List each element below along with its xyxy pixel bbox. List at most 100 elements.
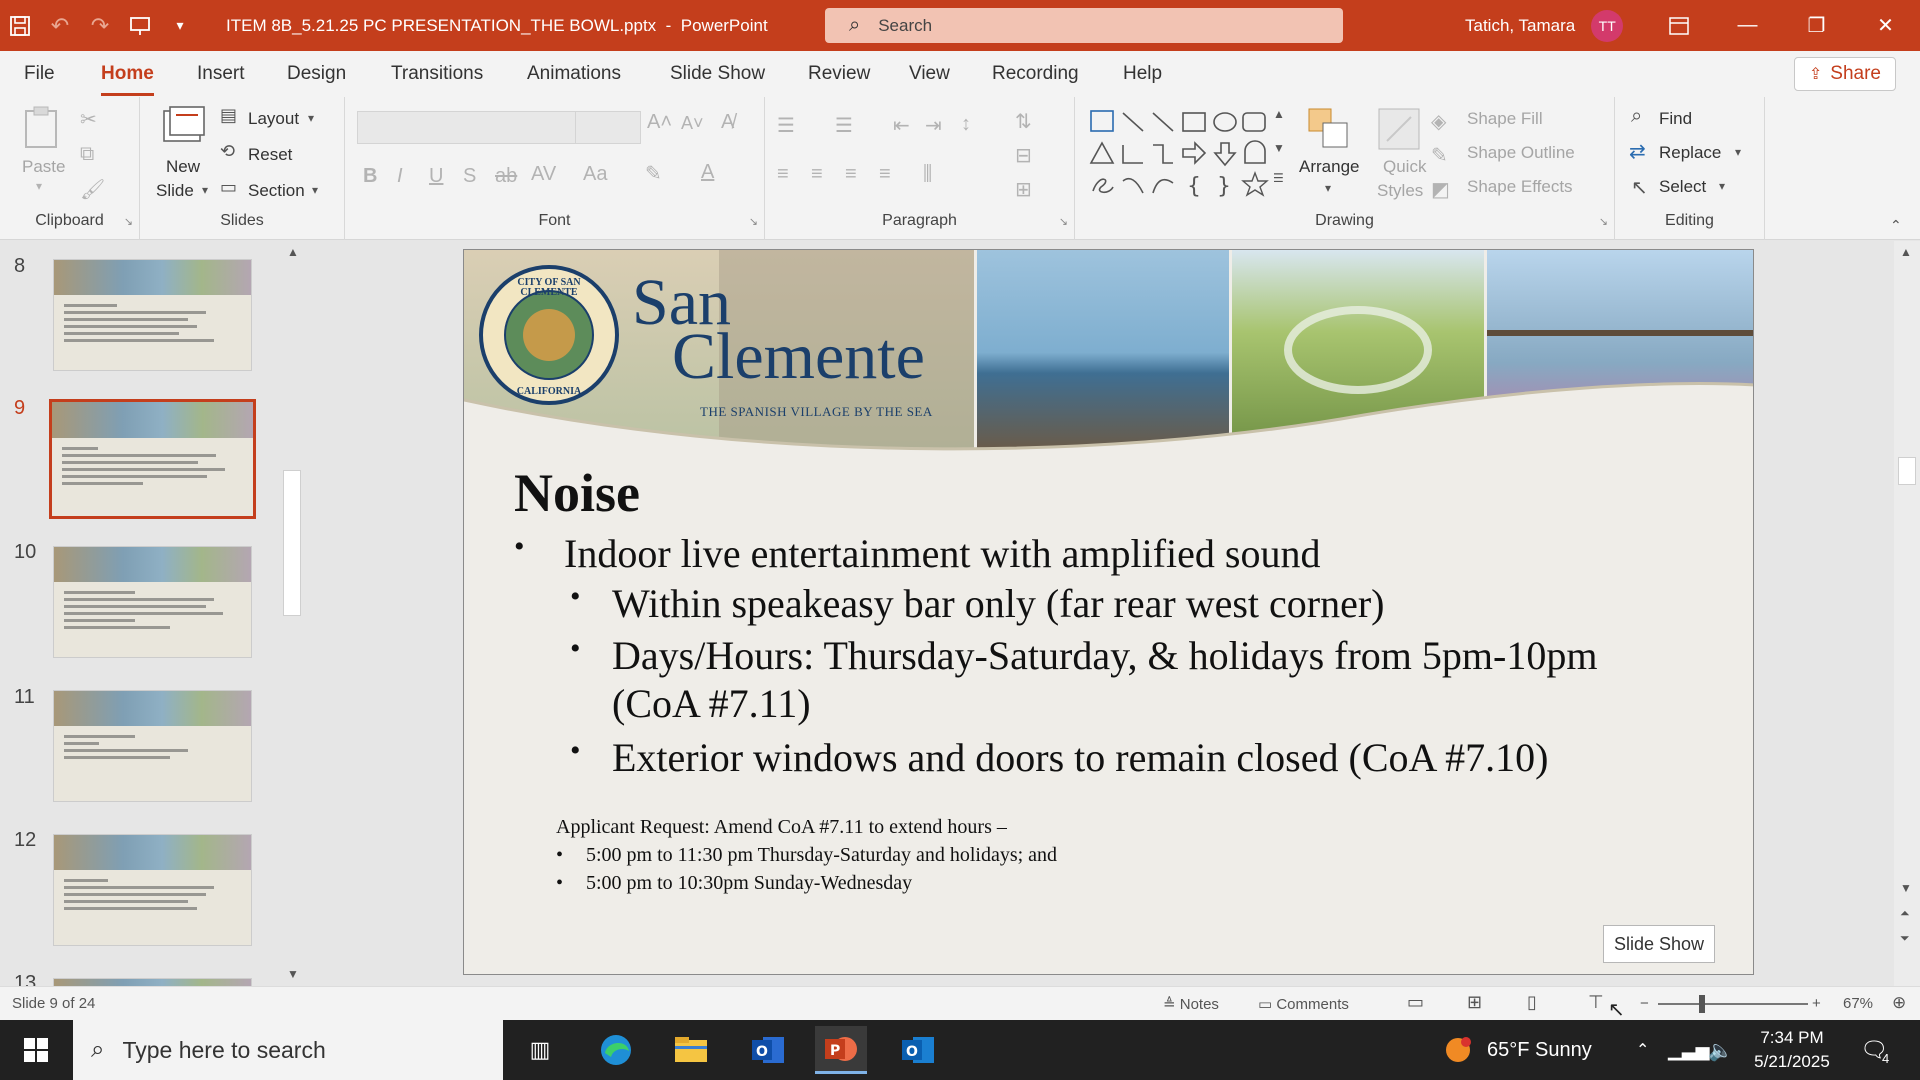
bullet-continuation[interactable]: (CoA #7.11)	[612, 680, 811, 727]
redo-icon[interactable]: ↷	[80, 0, 120, 51]
collapse-ribbon-icon[interactable]: ⌃	[1890, 217, 1902, 234]
layout-dropdown-icon[interactable]: ▾	[308, 111, 314, 125]
close-icon[interactable]: ✕	[1851, 0, 1920, 51]
scroll-down-icon[interactable]: ▼	[287, 967, 299, 981]
thumbnail-scrollbar[interactable]: ▲ ▼	[281, 241, 303, 986]
italic-icon[interactable]: I	[397, 165, 403, 188]
new-slide-dropdown-icon[interactable]: ▾	[202, 183, 208, 197]
tab-recording[interactable]: Recording	[992, 63, 1079, 85]
font-color-icon[interactable]: A	[701, 161, 714, 184]
new-slide-label[interactable]: New	[166, 157, 200, 177]
reset-button[interactable]: Reset	[248, 145, 292, 165]
align-left-icon[interactable]: ≡	[777, 163, 789, 186]
save-icon[interactable]	[0, 0, 40, 51]
slide-thumbnail-11[interactable]	[53, 690, 252, 802]
align-text-icon[interactable]: ⊟	[1015, 143, 1032, 168]
shape-effects-icon[interactable]: ◩	[1431, 177, 1450, 202]
powerpoint-icon[interactable]: P	[815, 1026, 867, 1074]
weather-widget[interactable]: 65°F Sunny	[1443, 1020, 1592, 1080]
shape-fill-button[interactable]: Shape Fill	[1467, 109, 1543, 129]
strikethrough-icon[interactable]: ab	[495, 165, 517, 188]
tab-insert[interactable]: Insert	[197, 63, 245, 85]
file-explorer-icon[interactable]	[665, 1026, 717, 1074]
select-icon[interactable]: ↖	[1631, 175, 1648, 200]
increase-indent-icon[interactable]: ⇥	[925, 113, 942, 138]
slide-show-icon[interactable]: ⊤	[1588, 992, 1604, 1013]
slide-thumbnail-9[interactable]	[49, 399, 256, 519]
next-slide-icon[interactable]: ⏷	[1900, 931, 1910, 946]
fit-to-window-icon[interactable]: ⊕	[1892, 993, 1906, 1013]
tab-file[interactable]: File	[24, 63, 55, 85]
search-box[interactable]: ⌕ Search	[825, 8, 1343, 43]
previous-slide-icon[interactable]: ⏶	[1900, 906, 1910, 921]
paragraph-launcher-icon[interactable]: ↘	[1059, 215, 1068, 228]
tab-transitions[interactable]: Transitions	[391, 63, 483, 85]
quick-styles-label[interactable]: Quick	[1383, 157, 1426, 177]
align-right-icon[interactable]: ≡	[845, 163, 857, 186]
change-case-icon[interactable]: Aa	[583, 163, 607, 186]
line-spacing-icon[interactable]: ↕	[961, 113, 971, 136]
new-slide-label-2[interactable]: Slide	[156, 181, 194, 201]
slide-title[interactable]: Noise	[514, 462, 640, 524]
notes-button[interactable]: ≜ Notes	[1163, 995, 1219, 1013]
edge-icon[interactable]	[590, 1026, 642, 1074]
arrange-dropdown-icon[interactable]: ▾	[1325, 181, 1331, 195]
tab-animations[interactable]: Animations	[527, 63, 621, 85]
section-icon[interactable]: ▭	[220, 177, 237, 198]
bullets-icon[interactable]: ☰	[777, 113, 795, 138]
font-launcher-icon[interactable]: ↘	[749, 215, 758, 228]
account[interactable]: Tatich, Tamara TT	[1465, 0, 1624, 51]
zoom-level[interactable]: 67%	[1843, 995, 1873, 1012]
tab-help[interactable]: Help	[1123, 63, 1162, 85]
tab-design[interactable]: Design	[287, 63, 346, 85]
slide-scrollbar[interactable]: ▲ ▼ ⏶ ⏷	[1894, 241, 1920, 986]
slide-thumbnail-10[interactable]	[53, 546, 252, 658]
slide-thumbnail-12[interactable]	[53, 834, 252, 946]
ribbon-display-icon[interactable]	[1644, 0, 1713, 51]
zoom-in-icon[interactable]: +	[1812, 995, 1821, 1012]
bold-icon[interactable]: B	[363, 165, 377, 188]
zoom-out-icon[interactable]: −	[1640, 995, 1649, 1012]
layout-icon[interactable]: ▤	[220, 105, 237, 126]
network-icon[interactable]: ▁▃▅	[1668, 1020, 1710, 1080]
decrease-indent-icon[interactable]: ⇤	[893, 113, 910, 138]
shapes-more-icon[interactable]: ☰	[1273, 171, 1284, 185]
outlook-2-icon[interactable]: O	[892, 1026, 944, 1074]
columns-icon[interactable]: ⫼	[923, 163, 932, 186]
character-spacing-icon[interactable]: AV	[531, 163, 556, 186]
section-button[interactable]: Section	[248, 181, 305, 201]
tab-home[interactable]: Home	[101, 63, 154, 96]
reading-view-icon[interactable]: ▯	[1527, 992, 1537, 1013]
zoom-slider-thumb[interactable]	[1699, 995, 1705, 1013]
font-size-dropdown[interactable]	[575, 111, 641, 144]
text-direction-icon[interactable]: ⇅	[1015, 109, 1032, 134]
replace-icon[interactable]: ⇄	[1629, 139, 1646, 164]
slide-9[interactable]: CITY OF SAN CLEMENTE CALIFORNIA San Clem…	[463, 249, 1754, 975]
quick-styles-icon[interactable]	[1377, 107, 1421, 151]
volume-icon[interactable]: 🔈	[1708, 1020, 1733, 1080]
tab-slide-show[interactable]: Slide Show	[670, 63, 765, 85]
restore-icon[interactable]: ❐	[1782, 0, 1851, 51]
arrange-icon[interactable]	[1307, 107, 1351, 151]
avatar[interactable]: TT	[1591, 9, 1624, 42]
find-button[interactable]: Find	[1659, 109, 1692, 129]
shapes-scroll-down-icon[interactable]: ▼	[1273, 141, 1285, 155]
share-button[interactable]: ⇪ Share	[1793, 57, 1896, 91]
replace-button[interactable]: Replace	[1659, 143, 1721, 163]
paste-icon[interactable]	[22, 105, 64, 151]
convert-smartart-icon[interactable]: ⊞	[1015, 177, 1032, 202]
arrange-button[interactable]: Arrange	[1299, 157, 1359, 177]
section-dropdown-icon[interactable]: ▾	[312, 183, 318, 197]
replace-dropdown-icon[interactable]: ▾	[1735, 145, 1741, 159]
task-view-icon[interactable]: ▥	[514, 1026, 566, 1074]
clear-formatting-icon[interactable]: A̸	[721, 111, 734, 134]
decrease-font-size-icon[interactable]: A˅	[681, 113, 704, 134]
customize-toolbar-icon[interactable]: ▾	[160, 0, 200, 51]
drawing-launcher-icon[interactable]: ↘	[1599, 215, 1608, 228]
present-from-start-icon[interactable]	[120, 0, 160, 51]
select-button[interactable]: Select	[1659, 177, 1706, 197]
align-center-icon[interactable]: ≡	[811, 163, 823, 186]
outlook-icon[interactable]: O	[742, 1026, 794, 1074]
clipboard-launcher-icon[interactable]: ↘	[124, 215, 133, 228]
underline-icon[interactable]: U	[429, 165, 443, 188]
